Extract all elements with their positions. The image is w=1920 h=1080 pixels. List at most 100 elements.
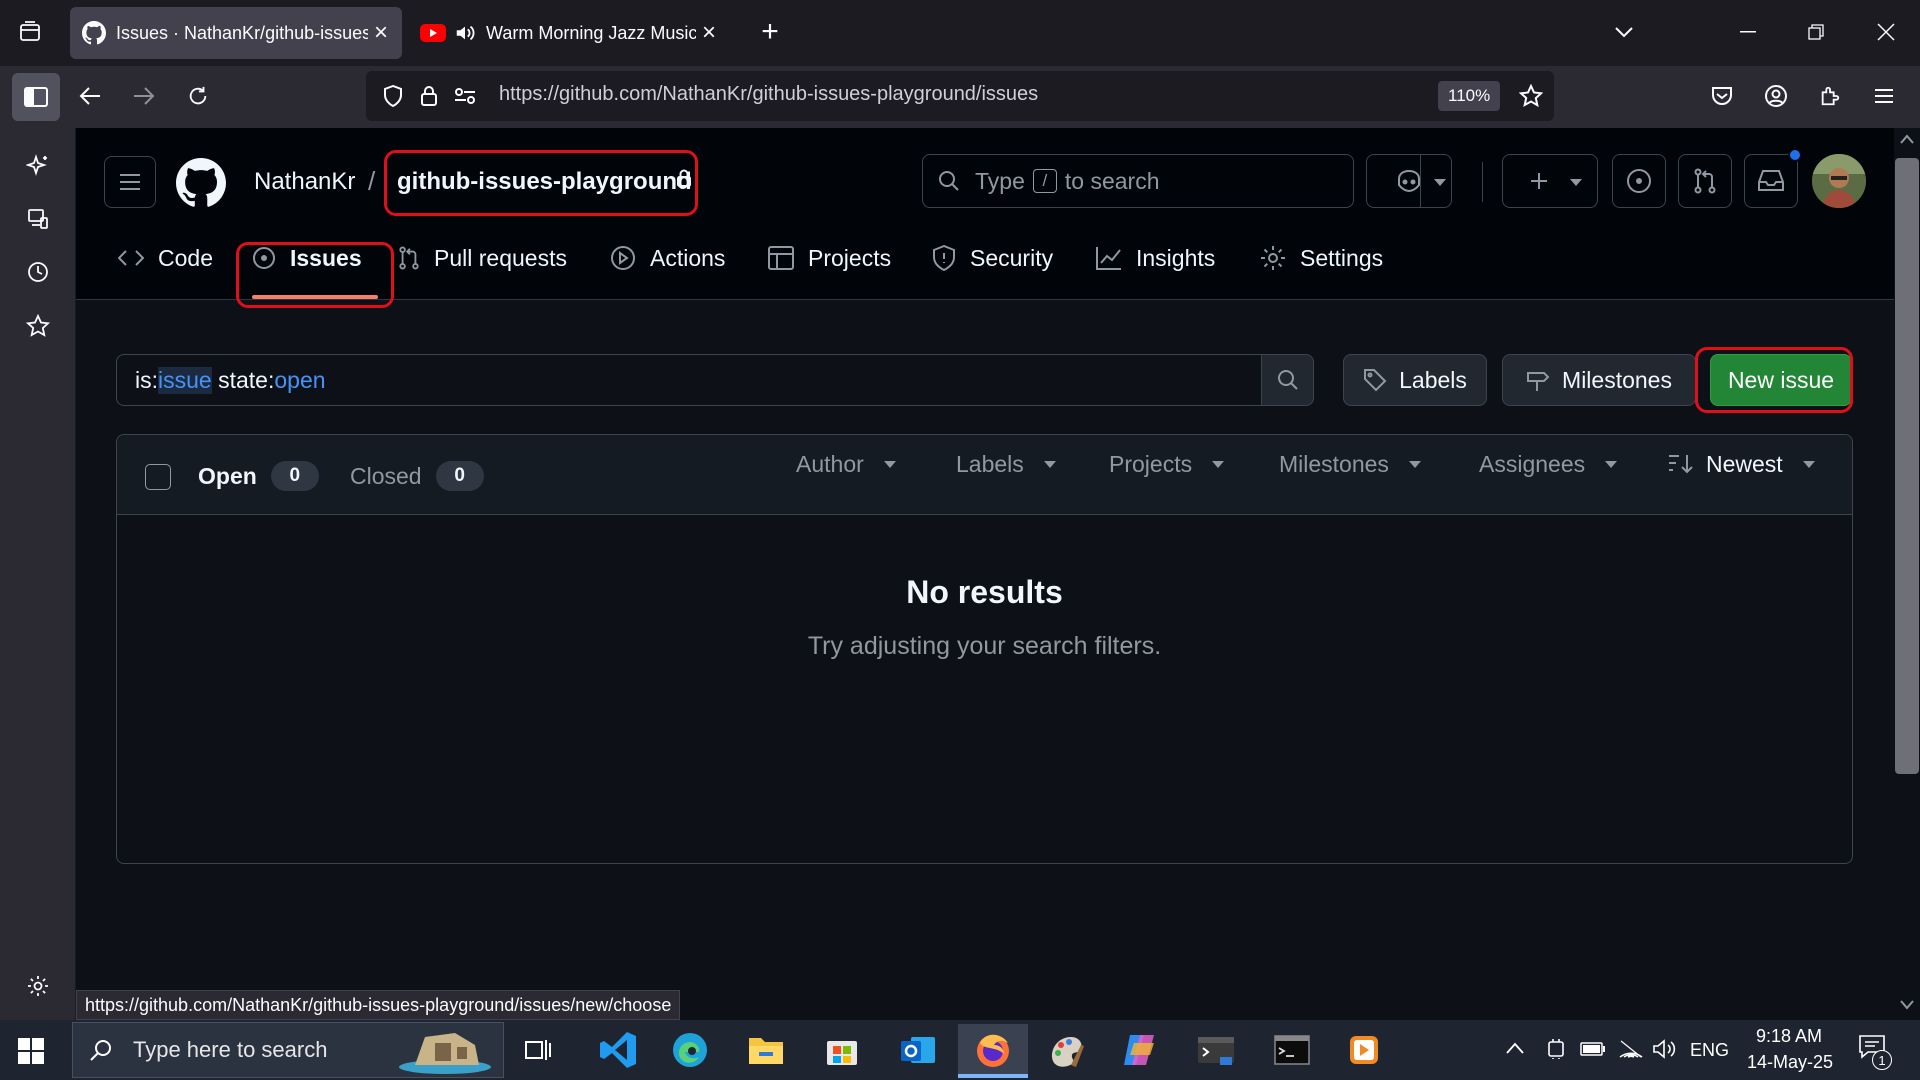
projects-filter[interactable]: Projects xyxy=(1109,444,1225,484)
close-window-icon[interactable] xyxy=(1868,14,1904,50)
paint-icon[interactable] xyxy=(1036,1024,1096,1076)
show-hidden-icons-chevron-icon[interactable] xyxy=(1506,1042,1524,1054)
tab-projects[interactable]: Projects xyxy=(768,236,891,280)
tracking-protection-icon[interactable] xyxy=(376,79,410,113)
clock-time[interactable]: 9:18 AM xyxy=(1744,1026,1834,1047)
new-tab-button[interactable]: + xyxy=(752,14,788,50)
avatar[interactable] xyxy=(1812,154,1866,208)
pocket-icon[interactable] xyxy=(1704,78,1740,114)
highlight-repo-name xyxy=(384,150,698,216)
wifi-icon[interactable] xyxy=(1618,1038,1644,1058)
divider xyxy=(1482,162,1483,202)
forward-icon[interactable] xyxy=(126,78,162,114)
url-text: https://github.com/NathanKr/github-issue… xyxy=(499,83,1039,105)
global-menu-button[interactable] xyxy=(104,156,156,208)
input-language[interactable]: ENG xyxy=(1690,1040,1729,1061)
slash-kbd: / xyxy=(1032,169,1057,193)
sidebar-settings-gear-icon[interactable] xyxy=(20,968,56,1004)
permissions-icon[interactable] xyxy=(448,79,482,113)
account-icon[interactable] xyxy=(1758,78,1794,114)
chevron-down-icon[interactable] xyxy=(1434,179,1446,186)
reload-icon[interactable] xyxy=(180,78,216,114)
issue-search-input[interactable]: is: issue state: open xyxy=(116,354,1262,406)
synced-tabs-icon[interactable] xyxy=(20,201,56,237)
tab-settings[interactable]: Settings xyxy=(1260,236,1383,280)
firefox-icon[interactable] xyxy=(958,1024,1028,1076)
media-player-icon[interactable] xyxy=(1334,1024,1394,1076)
search-placeholder-end: to search xyxy=(1064,167,1160,194)
filter-label: Milestones xyxy=(1279,450,1389,477)
terminal-preview-icon[interactable] xyxy=(1186,1024,1246,1076)
volume-icon[interactable] xyxy=(1652,1038,1676,1060)
issue-search-button[interactable] xyxy=(1261,354,1314,406)
chevron-down-icon[interactable] xyxy=(1570,179,1582,186)
file-explorer-icon[interactable] xyxy=(736,1024,796,1076)
scrollbar-thumb[interactable] xyxy=(1895,158,1919,774)
ai-chat-sparkle-icon[interactable] xyxy=(20,148,56,184)
taskbar-search-box[interactable]: Type here to search xyxy=(72,1022,504,1078)
task-view-icon[interactable] xyxy=(508,1024,568,1076)
sidebar-toggle-icon[interactable] xyxy=(12,73,60,121)
your-issues-button[interactable] xyxy=(1612,154,1666,208)
list-tabs-icon[interactable] xyxy=(1606,14,1642,50)
scroll-up-icon[interactable] xyxy=(1900,134,1914,144)
milestones-button[interactable]: Milestones xyxy=(1502,354,1696,406)
battery-icon[interactable] xyxy=(1580,1042,1606,1056)
outlook-icon[interactable] xyxy=(888,1024,948,1076)
sort-dropdown[interactable]: Newest xyxy=(1668,444,1815,484)
issue-opened-icon xyxy=(1627,169,1651,193)
minimize-icon[interactable] xyxy=(1730,14,1766,50)
clock-date[interactable]: 14-May-25 xyxy=(1740,1052,1840,1073)
repo-owner-link[interactable]: NathanKr xyxy=(254,168,355,196)
highlight-issues-tab xyxy=(236,242,394,308)
open-filter[interactable]: Open 0 xyxy=(198,461,319,491)
tab-pull-requests[interactable]: Pull requests xyxy=(398,236,567,280)
tab-github-issues[interactable]: Issues · NathanKr/github-issues-playgrou… xyxy=(70,7,402,59)
tab-code[interactable]: Code xyxy=(118,236,213,280)
windows-start-icon[interactable] xyxy=(18,1038,44,1064)
labels-filter[interactable]: Labels xyxy=(956,444,1056,484)
milestones-filter[interactable]: Milestones xyxy=(1279,444,1421,484)
page-scrollbar[interactable] xyxy=(1894,128,1920,1020)
tab-security[interactable]: Security xyxy=(932,236,1053,280)
bookmarks-star-icon[interactable] xyxy=(20,308,56,344)
notifications-button[interactable] xyxy=(1744,154,1798,208)
vscode-icon[interactable] xyxy=(588,1024,648,1076)
assignees-filter[interactable]: Assignees xyxy=(1479,444,1618,484)
command-prompt-icon[interactable] xyxy=(1262,1024,1322,1076)
inbox-icon xyxy=(1758,170,1784,191)
sort-desc-icon xyxy=(1669,455,1693,474)
scroll-down-icon[interactable] xyxy=(1900,1000,1914,1010)
close-tab-icon[interactable]: × xyxy=(374,19,388,47)
your-pull-requests-button[interactable] xyxy=(1678,154,1732,208)
microsoft-store-icon[interactable] xyxy=(812,1024,872,1076)
tab-insights[interactable]: Insights xyxy=(1096,236,1215,280)
select-all-checkbox[interactable] xyxy=(145,464,171,490)
tab-actions[interactable]: Actions xyxy=(610,236,725,280)
tab-overview-icon[interactable] xyxy=(12,14,48,50)
query-qualifier: state: xyxy=(211,366,275,393)
breadcrumb-separator: / xyxy=(368,166,376,196)
author-filter[interactable]: Author xyxy=(796,444,896,484)
url-bar[interactable]: https://github.com/NathanKr/github-issue… xyxy=(366,71,1554,121)
create-new-button[interactable] xyxy=(1502,154,1598,208)
search-icon xyxy=(939,171,959,191)
tab-jazz-music[interactable]: Warm Morning Jazz Music & Relaxing Coffe… xyxy=(410,7,726,59)
restore-icon[interactable] xyxy=(1798,14,1834,50)
github-logo-icon[interactable] xyxy=(176,158,226,208)
menu-icon[interactable] xyxy=(1866,78,1902,114)
bookmark-star-icon[interactable] xyxy=(1514,79,1548,113)
back-icon[interactable] xyxy=(72,78,108,114)
close-tab-icon[interactable]: × xyxy=(702,19,716,47)
history-icon[interactable] xyxy=(20,254,56,290)
speaker-icon[interactable] xyxy=(454,22,476,44)
extensions-icon[interactable] xyxy=(1812,78,1848,114)
closed-filter[interactable]: Closed 0 xyxy=(350,461,484,491)
lock-icon[interactable] xyxy=(412,79,446,113)
labels-button[interactable]: Labels xyxy=(1343,354,1487,406)
meet-now-icon[interactable] xyxy=(1546,1038,1566,1060)
edge-icon[interactable] xyxy=(660,1024,720,1076)
zoom-level-badge[interactable]: 110% xyxy=(1438,81,1501,111)
copilot-app-icon[interactable] xyxy=(1110,1024,1170,1076)
global-search-input[interactable]: Type / to search xyxy=(922,154,1354,208)
